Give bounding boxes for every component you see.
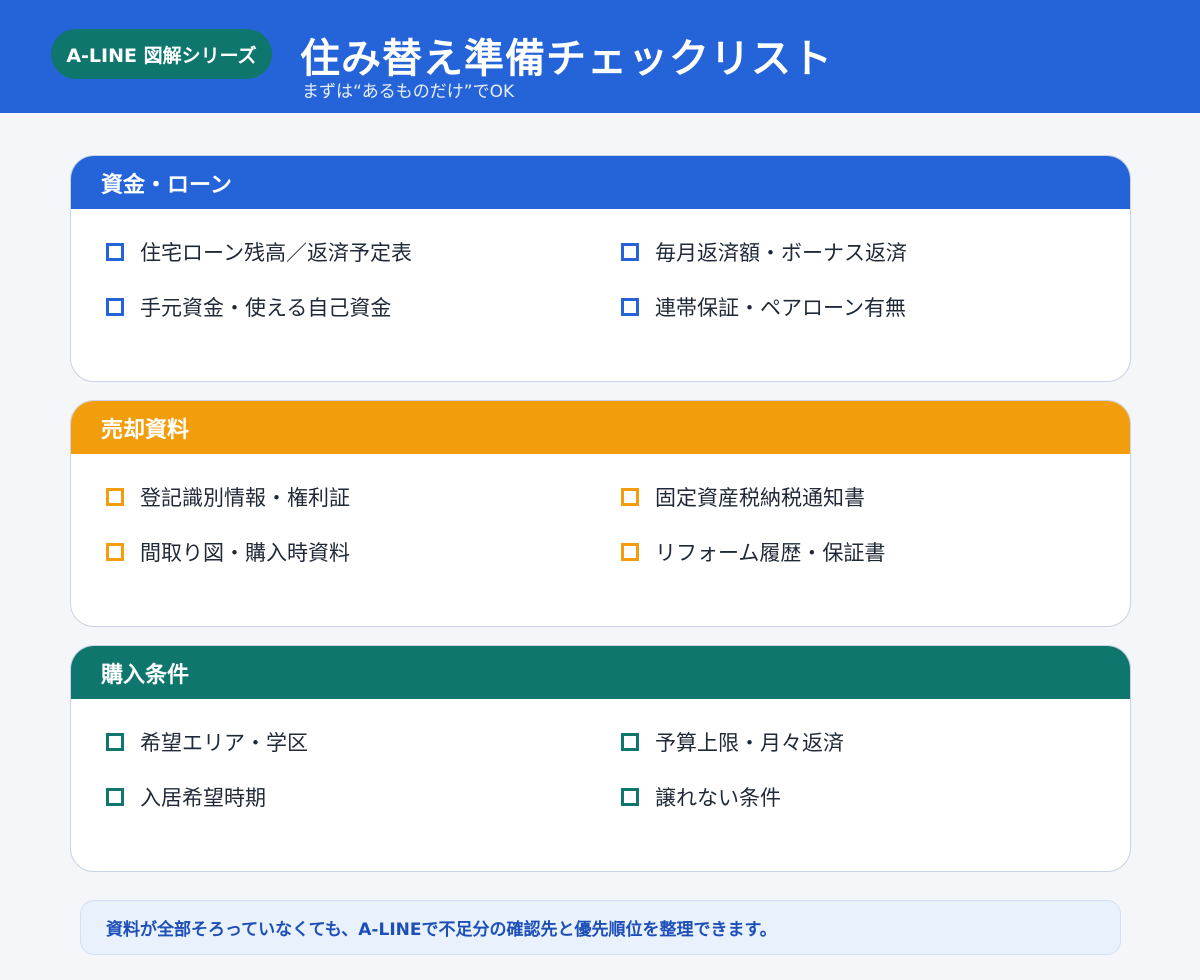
checklist-item-label: 間取り図・購入時資料 <box>140 541 350 565</box>
section-finance-loan: 資金・ローン 住宅ローン残高／返済予定表 毎月返済額・ボーナス返済 手元資金・使… <box>70 155 1131 382</box>
checkbox-icon[interactable] <box>106 298 124 316</box>
page-subtitle: まずは“あるものだけ”でOK <box>302 82 515 102</box>
checkbox-icon[interactable] <box>106 788 124 806</box>
checklist-item[interactable]: 譲れない条件 <box>621 782 781 812</box>
section-purchase-conditions: 購入条件 希望エリア・学区 予算上限・月々返済 入居希望時期 譲れない条件 <box>70 645 1131 872</box>
checklist: 登記識別情報・権利証 固定資産税納税通知書 間取り図・購入時資料 リフォーム履歴… <box>71 454 1130 626</box>
checkbox-icon[interactable] <box>106 488 124 506</box>
checkbox-icon[interactable] <box>621 543 639 561</box>
checklist-item-label: リフォーム履歴・保証書 <box>655 541 886 565</box>
checklist-item[interactable]: 手元資金・使える自己資金 <box>106 292 391 322</box>
checklist-item[interactable]: 毎月返済額・ボーナス返済 <box>621 237 907 267</box>
checklist-item[interactable]: 希望エリア・学区 <box>106 727 308 757</box>
checklist-item-label: 譲れない条件 <box>655 786 781 810</box>
section-title: 売却資料 <box>101 417 190 443</box>
checklist-item-label: 予算上限・月々返済 <box>655 731 844 755</box>
footer-note-text: 資料が全部そろっていなくても、A-LINEで不足分の確認先と優先順位を整理できま… <box>106 920 777 940</box>
section-title: 購入条件 <box>101 662 190 688</box>
section-header: 資金・ローン <box>71 156 1130 209</box>
checklist-item[interactable]: 登記識別情報・権利証 <box>106 482 350 512</box>
checklist-item-label: 希望エリア・学区 <box>140 731 308 755</box>
checklist-item[interactable]: リフォーム履歴・保証書 <box>621 537 885 567</box>
series-badge: A-LINE 図解シリーズ <box>51 29 272 79</box>
section-header: 購入条件 <box>71 646 1130 699</box>
checkbox-icon[interactable] <box>106 543 124 561</box>
checklist-item[interactable]: 連帯保証・ペアローン有無 <box>621 292 906 322</box>
checklist-item[interactable]: 住宅ローン残高／返済予定表 <box>106 237 412 267</box>
checkbox-icon[interactable] <box>621 788 639 806</box>
checklist: 希望エリア・学区 予算上限・月々返済 入居希望時期 譲れない条件 <box>71 699 1130 871</box>
checklist-item-label: 毎月返済額・ボーナス返済 <box>655 241 907 265</box>
page-header: A-LINE 図解シリーズ 住み替え準備チェックリスト まずは“あるものだけ”で… <box>0 0 1200 113</box>
checklist-item-label: 入居希望時期 <box>140 786 266 810</box>
checklist-item-label: 手元資金・使える自己資金 <box>140 296 392 320</box>
section-title: 資金・ローン <box>101 172 232 198</box>
checklist-item-label: 登記識別情報・権利証 <box>140 486 350 510</box>
checkbox-icon[interactable] <box>621 733 639 751</box>
footer-note: 資料が全部そろっていなくても、A-LINEで不足分の確認先と優先順位を整理できま… <box>80 900 1121 955</box>
checklist-item[interactable]: 間取り図・購入時資料 <box>106 537 350 567</box>
page-title: 住み替え準備チェックリスト <box>300 36 833 82</box>
section-header: 売却資料 <box>71 401 1130 454</box>
checklist-item-label: 固定資産税納税通知書 <box>655 486 865 510</box>
checklist-item[interactable]: 固定資産税納税通知書 <box>621 482 865 512</box>
section-sale-documents: 売却資料 登記識別情報・権利証 固定資産税納税通知書 間取り図・購入時資料 リフ… <box>70 400 1131 627</box>
checklist-item[interactable]: 入居希望時期 <box>106 782 266 812</box>
checklist-item-label: 連帯保証・ペアローン有無 <box>655 296 906 320</box>
checklist: 住宅ローン残高／返済予定表 毎月返済額・ボーナス返済 手元資金・使える自己資金 … <box>71 209 1130 381</box>
checkbox-icon[interactable] <box>106 243 124 261</box>
checkbox-icon[interactable] <box>621 243 639 261</box>
checklist-item-label: 住宅ローン残高／返済予定表 <box>140 241 412 265</box>
checkbox-icon[interactable] <box>106 733 124 751</box>
checkbox-icon[interactable] <box>621 298 639 316</box>
checkbox-icon[interactable] <box>621 488 639 506</box>
checklist-item[interactable]: 予算上限・月々返済 <box>621 727 844 757</box>
